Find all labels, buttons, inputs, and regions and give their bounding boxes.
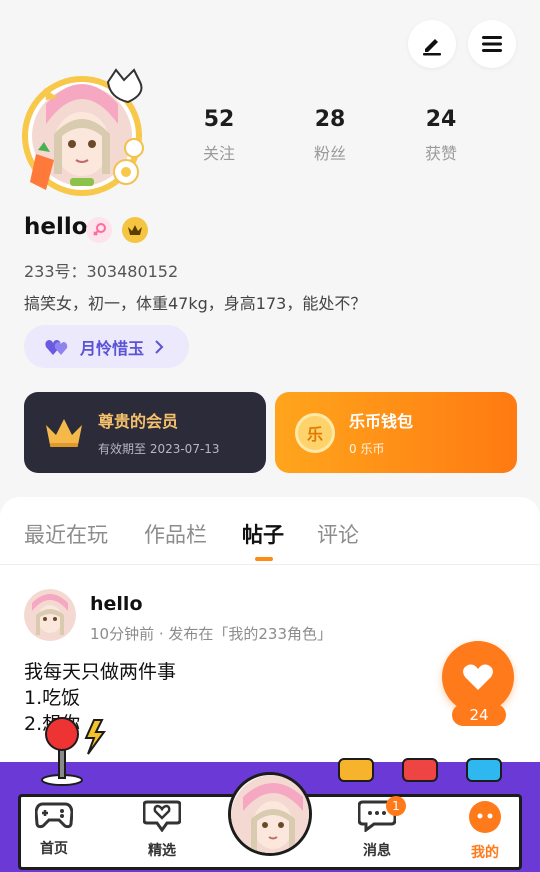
nav-messages-label: 消息 <box>363 843 391 859</box>
coin-icon: 乐 <box>295 412 335 453</box>
nav-home[interactable]: 首页 <box>19 800 89 858</box>
coin-glyph: 乐 <box>306 424 323 444</box>
arcade-button-blue-icon <box>466 758 502 782</box>
nav-home-label: 首页 <box>40 841 68 857</box>
stat-following[interactable]: 52 关注 <box>179 104 259 164</box>
gamepad-icon <box>34 802 74 829</box>
tab-works[interactable]: 作品栏 <box>144 519 207 549</box>
user-id: 233号：303480152 <box>24 262 179 281</box>
menu-button[interactable] <box>468 20 516 68</box>
cp-relation-label: 月怜惜玉 <box>80 338 145 358</box>
post-meta: 10分钟前 · 发布在「我的233角色」 <box>90 625 333 643</box>
nav-me[interactable]: 我的 <box>450 800 520 862</box>
avatar-image <box>22 68 144 196</box>
stat-following-label: 关注 <box>202 144 235 163</box>
stat-following-count: 52 <box>203 107 235 132</box>
stat-followers[interactable]: 28 粉丝 <box>290 104 370 164</box>
cp-relation-button[interactable]: 月怜惜玉 <box>24 325 189 368</box>
edit-button[interactable] <box>408 20 456 68</box>
active-tab-indicator <box>255 557 273 561</box>
like-count: 24 <box>452 704 506 726</box>
heart-icon <box>463 664 493 690</box>
stat-followers-label: 粉丝 <box>313 144 346 163</box>
tab-posts[interactable]: 帖子 <box>242 519 284 549</box>
user-bio: 搞笑女，初一，体重47kg，身高173，能处不？ <box>24 294 367 313</box>
tab-comments[interactable]: 评论 <box>317 519 359 549</box>
tab-recently-played[interactable]: 最近在玩 <box>24 519 108 549</box>
vip-expiry: 有效期至 2023-07-13 <box>98 442 220 456</box>
post-author-avatar[interactable] <box>24 589 76 641</box>
wallet-balance: 0 乐币 <box>349 442 385 456</box>
heart-box-icon <box>142 800 182 833</box>
crown-icon <box>46 418 82 447</box>
center-avatar-button[interactable] <box>228 772 312 856</box>
stat-likes-count: 24 <box>425 107 457 132</box>
stat-likes[interactable]: 24 获赞 <box>401 104 481 164</box>
edit-pen-icon <box>423 39 441 56</box>
stat-likes-label: 获赞 <box>424 144 457 163</box>
vip-title: 尊贵的会员 <box>98 412 179 431</box>
smile-icon <box>469 801 501 833</box>
crown-icon <box>122 217 148 243</box>
like-button[interactable] <box>442 641 514 713</box>
post-author-name: hello <box>90 593 143 615</box>
nav-me-label: 我的 <box>471 845 499 861</box>
profile-avatar[interactable] <box>16 64 154 196</box>
nav-featured-label: 精选 <box>148 843 176 859</box>
wallet-title: 乐币钱包 <box>349 412 414 431</box>
username: hello <box>24 214 88 240</box>
chevron-right-icon <box>155 339 164 354</box>
joystick-icon <box>41 717 106 786</box>
message-badge: 1 <box>386 796 406 816</box>
nav-featured[interactable]: 精选 <box>127 800 197 860</box>
wallet-card[interactable]: 乐 乐币钱包 0 乐币 <box>275 392 517 473</box>
menu-icon <box>482 36 502 52</box>
stat-followers-count: 28 <box>314 107 346 132</box>
divider <box>0 564 540 565</box>
female-icon <box>86 217 112 243</box>
vip-card[interactable]: 尊贵的会员 有效期至 2023-07-13 <box>24 392 266 473</box>
arcade-button-yellow-icon <box>338 758 374 782</box>
bottom-nav: 首页 精选 消息 1 我的 <box>0 717 540 872</box>
arcade-button-red-icon <box>402 758 438 782</box>
double-heart-icon <box>45 339 68 355</box>
